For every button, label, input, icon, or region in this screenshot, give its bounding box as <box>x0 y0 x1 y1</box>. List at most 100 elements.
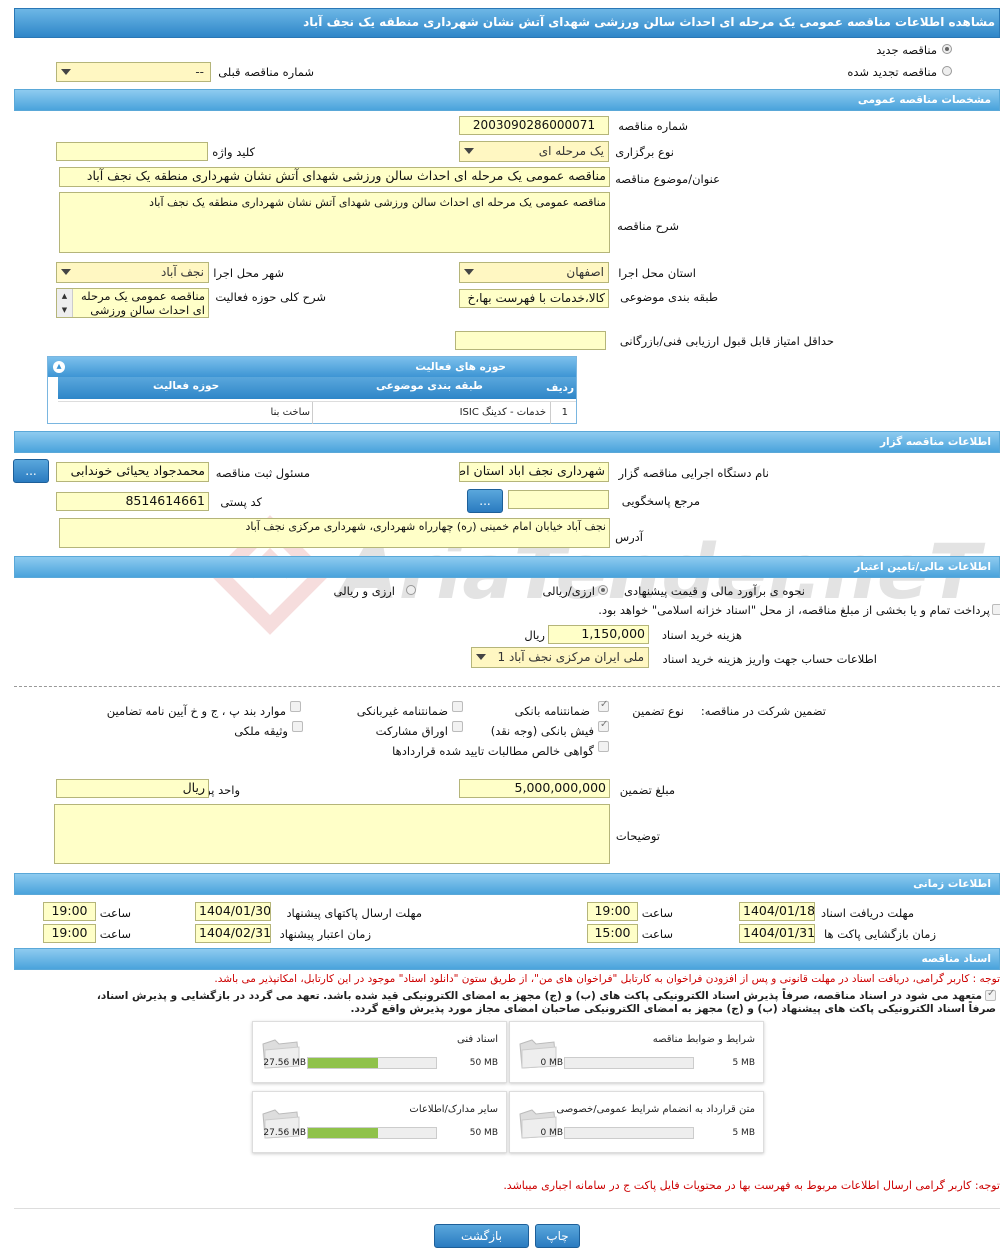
file-title: شرایط و ضوابط مناقصه <box>652 1034 755 1045</box>
file-size: 27.56 MB <box>263 1058 306 1068</box>
account-value: ملی ایران مرکزی نجف آباد 1 <box>497 650 644 664</box>
method-opt2-label: ارزی و ریالی <box>333 584 395 598</box>
activity-panel: حوزه های فعالیت ▴ ردیف طبقه بندی موضوعی … <box>47 356 577 424</box>
open-time-field: 15:00 <box>587 924 638 943</box>
guarantee-type-label: نوع تضمین <box>632 704 684 718</box>
method-label: نحوه ی برآورد مالی و قیمت پیشنهادی <box>623 584 805 598</box>
row-field: ساخت بنا <box>270 407 310 418</box>
province-select[interactable]: اصفهان <box>459 262 609 283</box>
divider <box>14 1208 1000 1209</box>
fee-unit: ریال <box>524 628 545 642</box>
activity-panel-header: حوزه های فعالیت ▴ <box>48 357 576 377</box>
desc-label: شرح مناقصه <box>617 219 679 233</box>
min-score-label: حداقل امتیاز قابل قبول ارزیابی فنی/بازرگ… <box>619 334 834 348</box>
treasury-label: پرداخت تمام و یا بخشی از مبلغ مناقصه، از… <box>598 603 990 617</box>
file-title: متن قرارداد به انضمام شرایط عمومی/خصوصی <box>556 1104 755 1115</box>
chevron-down-icon <box>476 654 486 660</box>
file-card[interactable]: شرایط و ضوابط مناقصه 5 MB 0 MB <box>509 1021 764 1083</box>
back-button[interactable]: بازگشت <box>434 1224 529 1248</box>
receive-time-field: 19:00 <box>587 902 638 921</box>
receipt-label: فیش بانکی (وجه نقد) <box>490 724 594 738</box>
subject-label: عنوان/موضوع مناقصه <box>615 172 720 186</box>
scroll-down-icon[interactable]: ▼ <box>62 306 67 314</box>
scope-field: مناقصه عمومی یک مرحله ای احداث سالن ورزش… <box>56 288 209 318</box>
collapse-icon[interactable]: ▴ <box>53 361 65 373</box>
file-title: سایر مدارک/اطلاعات <box>409 1104 498 1115</box>
city-select[interactable]: نجف آباد <box>56 262 209 283</box>
ref-field <box>508 490 609 509</box>
ref-label: مرجع پاسخگویی <box>621 494 700 508</box>
ref-more-button[interactable]: ... <box>467 489 503 513</box>
guarantee-label: تضمین شرکت در مناقصه: <box>700 704 826 718</box>
method-opt1-radio[interactable] <box>598 585 608 595</box>
clauses-checkbox[interactable] <box>290 701 301 712</box>
commit-checkbox[interactable] <box>985 988 996 1001</box>
scope-scrollbar[interactable]: ▲ ▼ <box>57 289 73 317</box>
certificate-checkbox[interactable] <box>598 741 609 752</box>
bank-guarantee-label: ضمانتنامه بانکی <box>514 704 590 718</box>
organizer-header: اطلاعات مناقصه گزار <box>14 431 1000 453</box>
general-header: مشخصات مناقصه عمومی <box>14 89 1000 111</box>
send-label: مهلت ارسال پاکتهای پیشنهاد <box>286 906 422 920</box>
account-select[interactable]: ملی ایران مرکزی نجف آباد 1 <box>471 647 649 668</box>
scope-value: مناقصه عمومی یک مرحله ای احداث سالن ورزش… <box>80 289 205 317</box>
file-card[interactable]: سایر مدارک/اطلاعات 50 MB 27.56 MB <box>252 1091 507 1153</box>
keyword-label: کلید واژه <box>212 145 255 159</box>
scroll-up-icon[interactable]: ▲ <box>62 292 67 300</box>
file-max: 50 MB <box>469 1128 498 1138</box>
chevron-down-icon <box>464 269 474 275</box>
bonds-checkbox[interactable] <box>452 721 463 732</box>
property-checkbox[interactable] <box>292 721 303 732</box>
file-progress <box>307 1057 437 1069</box>
prev-number-value: -- <box>195 65 204 79</box>
property-label: وثیقه ملکی <box>234 724 288 738</box>
file-progress <box>564 1057 694 1069</box>
category-field: کالا،خدمات با فهرست بها،خ <box>459 289 609 308</box>
file-progress <box>564 1127 694 1139</box>
print-button[interactable]: چاپ <box>535 1224 580 1248</box>
number-field: 2003090286000071 <box>459 116 609 135</box>
receipt-checkbox[interactable] <box>598 719 609 732</box>
chevron-down-icon <box>464 148 474 154</box>
valid-time-field: 19:00 <box>43 924 96 943</box>
col-field-header: حوزه فعالیت <box>153 380 220 392</box>
file-card[interactable]: متن قرارداد به انضمام شرایط عمومی/خصوصی … <box>509 1091 764 1153</box>
finance-header: اطلاعات مالی/تامین اعتبار <box>14 556 1000 578</box>
keyword-field[interactable] <box>56 142 208 161</box>
province-value: اصفهان <box>566 265 604 279</box>
min-score-field <box>455 331 606 350</box>
receive-date-field: 1404/01/18 <box>739 902 815 921</box>
new-tender-radio[interactable] <box>942 44 952 54</box>
file-progress-fill <box>308 1058 379 1068</box>
commit-text-1: متعهد می شود در اسناد مناقصه، صرفاً پذیر… <box>96 990 982 1002</box>
nonbank-guarantee-checkbox[interactable] <box>452 701 463 712</box>
prev-number-select[interactable]: -- <box>56 62 211 82</box>
postal-label: کد پستی <box>220 495 262 509</box>
col-row-header: ردیف <box>546 382 574 394</box>
method-opt2-radio[interactable] <box>406 585 416 595</box>
notes-field <box>54 804 610 864</box>
table-row[interactable]: 1 خدمات - کدینگ ISIC ساخت بنا <box>58 401 576 424</box>
row-separator <box>550 402 551 424</box>
fee-field: 1,150,000 <box>548 625 649 644</box>
valid-label: زمان اعتبار پیشنهاد <box>279 927 371 941</box>
chevron-down-icon <box>61 269 71 275</box>
docs-notice: توجه : کاربر گرامی، دریافت اسناد در مهلت… <box>214 973 1000 985</box>
organizer-more-button[interactable]: ... <box>13 459 49 483</box>
method-opt1-label: ارزی/ریالی <box>542 584 595 598</box>
file-title: اسناد فنی <box>457 1034 498 1045</box>
activity-panel-title: حوزه های فعالیت <box>415 361 506 373</box>
certificate-label: گواهی خالص مطالبات تایید شده قراردادها <box>392 744 594 758</box>
city-label: شهر محل اجرا <box>213 266 284 280</box>
activity-col-headers: ردیف طبقه بندی موضوعی حوزه فعالیت <box>58 377 576 399</box>
bank-guarantee-checkbox[interactable] <box>598 699 609 712</box>
file-card[interactable]: اسناد فنی 50 MB 27.56 MB <box>252 1021 507 1083</box>
type-select[interactable]: یک مرحله ای <box>459 141 609 162</box>
renewed-tender-radio[interactable] <box>942 66 952 76</box>
time-header: اطلاعات زمانی <box>14 873 1000 895</box>
nonbank-guarantee-label: ضمانتنامه غیربانکی <box>356 704 448 718</box>
treasury-checkbox[interactable] <box>992 604 1000 615</box>
category-label: طبقه بندی موضوعی <box>620 290 718 304</box>
currency-field: ریال <box>56 779 209 798</box>
open-time-label: ساعت <box>641 927 673 941</box>
